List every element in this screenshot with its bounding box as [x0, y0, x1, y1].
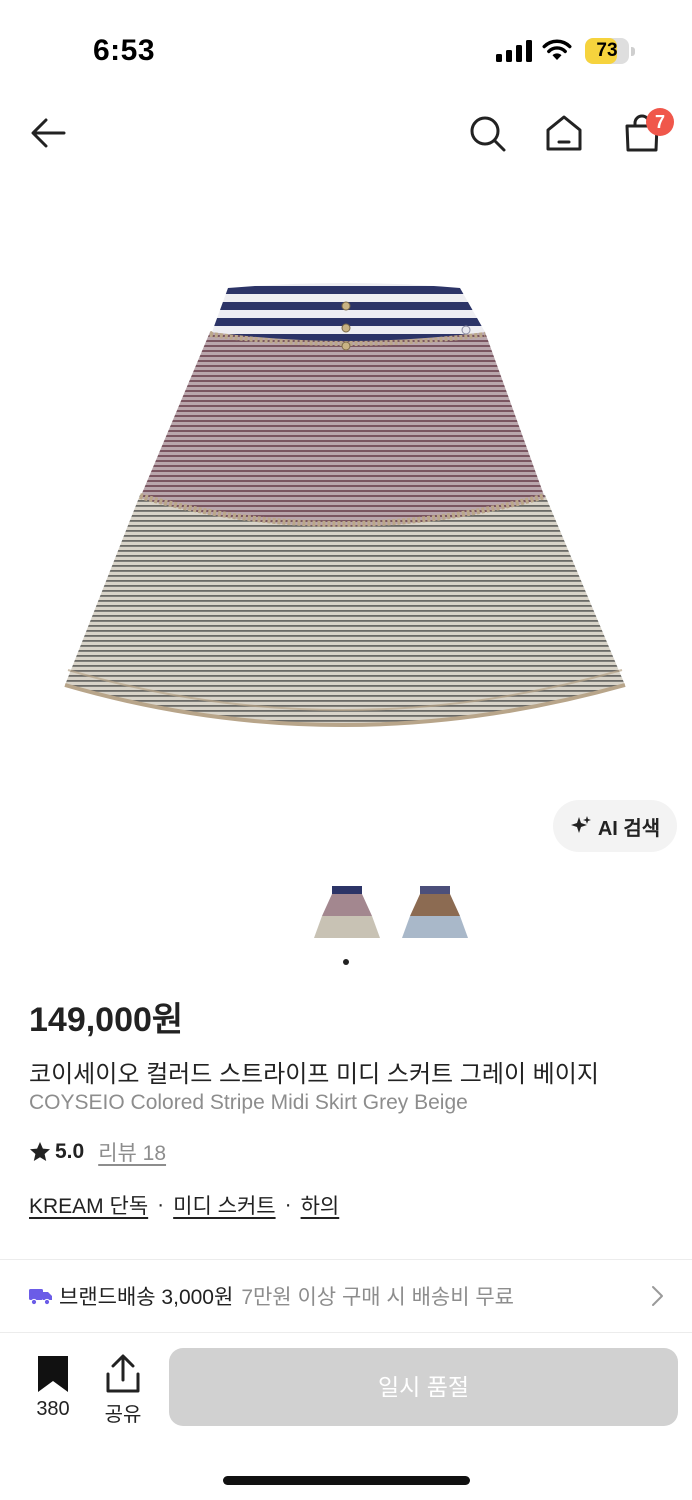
- share-button[interactable]: 공유: [98, 1354, 148, 1426]
- product-price: 149,000원: [29, 1001, 184, 1039]
- ai-search-label: AI 검색: [597, 817, 661, 840]
- product-name-korean: 코이세이오 컬러드 스트라이프 미디 스커트 그레이 베이지: [29, 1061, 599, 1088]
- rating-value: 5.0: [55, 1140, 85, 1163]
- thumbnail-brown-blue[interactable]: [398, 880, 470, 944]
- battery-level: 73: [596, 40, 618, 61]
- divider: [0, 1259, 692, 1260]
- bottom-action-bar: 380 공유 일시 품절: [0, 1334, 692, 1500]
- truck-icon: [29, 1289, 52, 1305]
- cellular-signal-icon: [496, 40, 532, 62]
- share-icon: [106, 1354, 140, 1393]
- product-name-english: COYSEIO Colored Stripe Midi Skirt Grey B…: [29, 1091, 468, 1114]
- rating-row: 5.0 리뷰 18: [29, 1138, 166, 1166]
- bookmark-icon: [38, 1356, 68, 1392]
- delivery-fee: 브랜드배송 3,000원: [59, 1286, 234, 1309]
- battery-icon: 73: [585, 38, 635, 64]
- status-bar: 6:53 73: [0, 0, 692, 100]
- home-indicator: [223, 1476, 470, 1485]
- tag-bottoms[interactable]: 하의: [301, 1190, 340, 1220]
- cart-count-badge: 7: [646, 108, 674, 136]
- tag-midi-skirt[interactable]: 미디 스커트: [173, 1190, 275, 1220]
- delivery-info-row[interactable]: 브랜드배송 3,000원 7만원 이상 구매 시 배송비 무료: [29, 1278, 669, 1314]
- back-arrow-icon: [31, 118, 66, 148]
- search-button[interactable]: [464, 110, 510, 156]
- back-button[interactable]: [25, 110, 71, 156]
- review-link[interactable]: 리뷰 18: [98, 1137, 166, 1167]
- wifi-icon: [542, 39, 572, 60]
- status-time: 6:53: [93, 34, 156, 67]
- divider: [0, 1332, 692, 1333]
- ai-search-button[interactable]: AI 검색: [553, 800, 677, 852]
- tag-separator: ·: [157, 1193, 165, 1216]
- home-icon: [546, 115, 582, 151]
- star-icon: [30, 1142, 50, 1161]
- bookmark-count: 380: [36, 1398, 70, 1420]
- pager-dot-active: [343, 959, 349, 965]
- share-label: 공유: [104, 1404, 142, 1426]
- sparkle-icon: [570, 816, 591, 833]
- search-icon: [470, 116, 506, 152]
- tag-kream-exclusive[interactable]: KREAM 단독: [29, 1190, 148, 1220]
- thumbnail-grey-beige[interactable]: [310, 880, 382, 944]
- tag-separator: ·: [284, 1193, 292, 1216]
- category-tags: KREAM 단독 · 미디 스커트 · 하의: [29, 1190, 339, 1220]
- free-shipping-note: 7만원 이상 구매 시 배송비 무료: [241, 1286, 515, 1309]
- chevron-right-icon: [652, 1286, 663, 1306]
- home-button[interactable]: [541, 110, 587, 156]
- bookmark-button[interactable]: 380: [28, 1354, 78, 1424]
- sold-out-button[interactable]: 일시 품절: [169, 1348, 678, 1426]
- product-image[interactable]: [40, 270, 650, 770]
- top-navigation: [0, 100, 692, 168]
